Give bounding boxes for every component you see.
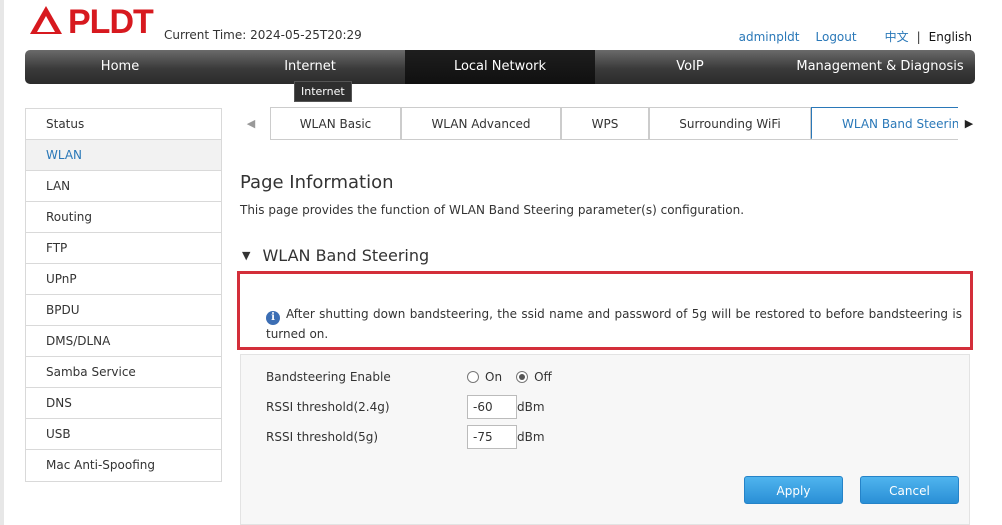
page-description: This page provides the function of WLAN … — [240, 203, 745, 217]
radio-on[interactable] — [467, 371, 479, 383]
lang-english-link[interactable]: English — [929, 30, 972, 44]
pldt-logo-icon — [30, 6, 62, 34]
main-nav: Home Internet Local Network VoIP Managem… — [25, 50, 975, 84]
sidebar-item-ftp[interactable]: FTP — [26, 233, 221, 264]
radio-off[interactable] — [516, 371, 529, 383]
section-header[interactable]: ▼ WLAN Band Steering — [242, 246, 429, 265]
notice-text-container: i After shutting down bandsteering, the s… — [266, 305, 962, 343]
lang-chinese-link[interactable]: 中文 — [885, 28, 909, 45]
current-time: Current Time: 2024-05-25T20:29 — [164, 28, 362, 42]
sidebar-item-routing[interactable]: Routing — [26, 202, 221, 233]
sidebar-item-lan[interactable]: LAN — [26, 171, 221, 202]
sidebar-item-upnp[interactable]: UPnP — [26, 264, 221, 295]
apply-button[interactable]: Apply — [744, 476, 843, 504]
current-time-value: 2024-05-25T20:29 — [250, 28, 362, 42]
tab-bar: ◀ WLAN Basic WLAN Advanced WPS Surroundi… — [240, 107, 985, 140]
page-title: Page Information — [240, 172, 394, 193]
page-left-edge — [0, 0, 4, 525]
tab-surrounding-wifi[interactable]: Surrounding WiFi — [649, 107, 811, 139]
tab-next-arrow-icon[interactable]: ▶ — [958, 107, 980, 140]
tab-wlan-band-steering[interactable]: WLAN Band Steering — [811, 107, 958, 139]
tab-prev-arrow-icon[interactable]: ◀ — [240, 107, 262, 140]
current-time-label: Current Time: — [164, 28, 247, 42]
nav-home[interactable]: Home — [25, 50, 215, 84]
rssi-5g-unit: dBm — [517, 430, 545, 444]
tab-wps[interactable]: WPS — [561, 107, 649, 139]
bandsteering-enable-label: Bandsteering Enable — [266, 370, 391, 384]
notice-text: After shutting down bandsteering, the ss… — [266, 307, 962, 341]
sidebar-item-mac-anti-spoofing[interactable]: Mac Anti-Spoofing — [26, 450, 221, 481]
sidebar-item-usb[interactable]: USB — [26, 419, 221, 450]
rssi-24g-input[interactable] — [467, 395, 517, 419]
collapse-triangle-icon[interactable]: ▼ — [242, 249, 250, 262]
radio-off-label: Off — [534, 370, 552, 384]
logout-link[interactable]: Logout — [816, 30, 857, 44]
radio-on-label: On — [485, 370, 503, 384]
rssi-5g-label: RSSI threshold(5g) — [266, 430, 379, 444]
sidebar-item-bpdu[interactable]: BPDU — [26, 295, 221, 326]
sidebar-item-dns[interactable]: DNS — [26, 388, 221, 419]
nav-voip[interactable]: VoIP — [595, 50, 785, 84]
user-links: adminpldt Logout 中文 | English — [723, 28, 972, 45]
nav-management-diagnosis[interactable]: Management & Diagnosis — [785, 50, 975, 84]
bandsteering-form: Bandsteering Enable On Off RSSI threshol… — [240, 354, 970, 525]
sidebar-item-status[interactable]: Status — [26, 109, 221, 140]
sidebar-item-samba-service[interactable]: Samba Service — [26, 357, 221, 388]
rssi-5g-input[interactable] — [467, 425, 517, 449]
cancel-button[interactable]: Cancel — [860, 476, 959, 504]
brand-name: PLDT — [68, 3, 154, 41]
tab-wlan-basic[interactable]: WLAN Basic — [270, 107, 401, 139]
tab-strip: WLAN Basic WLAN Advanced WPS Surrounding… — [270, 107, 958, 140]
tab-wlan-advanced[interactable]: WLAN Advanced — [401, 107, 561, 139]
sidebar-item-wlan[interactable]: WLAN — [26, 140, 221, 171]
lang-separator: | — [916, 29, 921, 44]
highlighted-notice: i After shutting down bandsteering, the s… — [237, 271, 973, 350]
nav-internet[interactable]: Internet — [215, 50, 405, 84]
rssi-24g-label: RSSI threshold(2.4g) — [266, 400, 390, 414]
sidebar: Status WLAN LAN Routing FTP UPnP BPDU DM… — [25, 108, 222, 482]
username-link[interactable]: adminpldt — [739, 30, 800, 44]
nav-tooltip: Internet — [294, 81, 352, 102]
pldt-logo: PLDT — [28, 3, 154, 41]
info-icon: i — [266, 311, 280, 325]
section-title: WLAN Band Steering — [262, 246, 430, 265]
bandsteering-radio-group: On Off — [467, 370, 566, 384]
rssi-24g-unit: dBm — [517, 400, 545, 414]
sidebar-item-dms-dlna[interactable]: DMS/DLNA — [26, 326, 221, 357]
nav-local-network[interactable]: Local Network — [405, 50, 595, 84]
